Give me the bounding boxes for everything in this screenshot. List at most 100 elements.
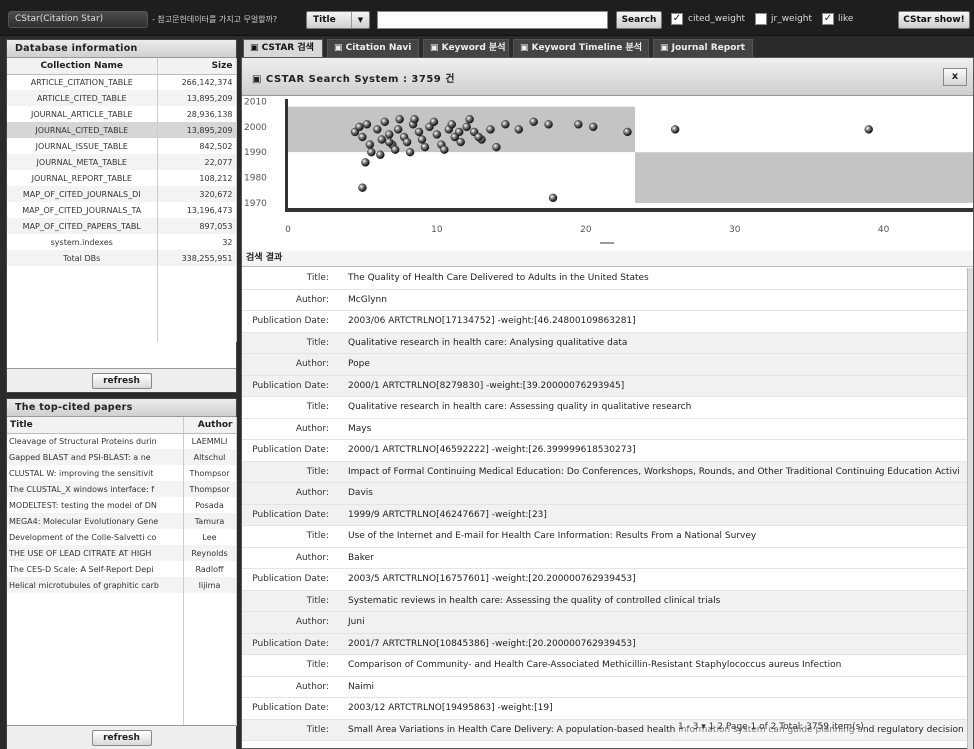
empty-row	[7, 650, 237, 669]
tab-keyword-timeline[interactable]: ▣ Keyword Timeline 분석	[513, 39, 649, 57]
result-row[interactable]: Publication Date: 1999/9 ARTCTRLNO[462476…	[242, 504, 967, 526]
search-button[interactable]: Search	[616, 11, 662, 29]
table-row[interactable]: JOURNAL_REPORT_TABLE 108,212	[7, 170, 237, 186]
result-row[interactable]: Title: Qualitative research in health car…	[242, 332, 967, 354]
data-point	[623, 127, 632, 137]
result-row[interactable]: Author: Davis	[242, 483, 967, 505]
column-header-collection[interactable]: Collection Name	[7, 58, 158, 75]
table-row[interactable]: MAP_OF_CITED_JOURNALS_DI 320,672	[7, 186, 237, 202]
chevron-down-icon[interactable]: ▼	[351, 12, 369, 28]
collection-name-cell: Total DBs	[7, 250, 158, 266]
result-row[interactable]: Author: McGlynn	[242, 290, 967, 311]
result-row[interactable]: Title: Use of the Internet and E-mail for…	[242, 526, 967, 548]
search-field-select[interactable]: Title ▼	[306, 11, 370, 29]
results-list[interactable]: Title: The Quality of Health Care Deliver…	[242, 268, 967, 749]
table-row[interactable]: MODELTEST: testing the model of DN Posada	[7, 497, 237, 513]
collection-name-cell: MAP_OF_CITED_PAPERS_TABL	[7, 218, 158, 234]
x-tick-label: 20	[580, 225, 592, 235]
refresh-button[interactable]: refresh	[91, 373, 152, 389]
table-row[interactable]: Helical microtubules of graphitic carb Ii…	[7, 577, 237, 593]
result-row[interactable]: Author: Naimi	[242, 677, 967, 698]
result-field-label: Title:	[306, 337, 329, 348]
table-row[interactable]: ARTICLE_CITATION_TABLE 266,142,374	[7, 74, 237, 90]
cstar-show-button[interactable]: CStar show!	[898, 11, 970, 29]
empty-cell	[7, 285, 158, 304]
result-row[interactable]: Publication Date: 2003/12 ARTCTRLNO[19495…	[242, 698, 967, 720]
result-field-label: Publication Date:	[252, 445, 329, 455]
refresh-bar: refresh	[7, 368, 236, 392]
result-field-value: McGlynn	[348, 294, 387, 305]
tab-keyword-analysis[interactable]: ▣ Keyword 분석	[423, 39, 509, 57]
collection-size-cell: 897,053	[157, 218, 237, 234]
table-row[interactable]: Cleavage of Structural Proteins durin LAE…	[7, 433, 237, 449]
result-row[interactable]: Author: Pope	[242, 354, 967, 376]
search-system-panel: ▣ CSTAR Search System : 3759 건 x 2010 200…	[241, 57, 974, 749]
table-row[interactable]: JOURNAL_ARTICLE_TABLE 28,936,138	[7, 106, 237, 122]
table-row[interactable]: JOURNAL_ISSUE_TABLE 842,502	[7, 138, 237, 154]
pagination[interactable]: 1 - 3 ▾ 1 2 Page 1 of 2 Total: 3759 item…	[678, 722, 864, 738]
table-row[interactable]: CLUSTAL W: improving the sensitivit Thomp…	[7, 465, 237, 481]
refresh-button[interactable]: refresh	[91, 730, 152, 746]
x-axis-line	[285, 208, 973, 212]
table-row[interactable]: Development of the Colle-Salvetti co Lee	[7, 529, 237, 545]
column-header-author[interactable]: Author	[183, 417, 237, 434]
result-row[interactable]: Publication Date: 2003/5 ARTCTRLNO[167576…	[242, 569, 967, 591]
data-point	[410, 115, 419, 124]
column-header-size[interactable]: Size	[157, 58, 237, 75]
scatter-plot[interactable]: 2010 2000 1990 1980 1970 0 10 20 30 40	[242, 96, 973, 246]
result-row[interactable]: Title: Systematic reviews in health care:…	[242, 590, 967, 612]
table-row[interactable]: MEGA4: Molecular Evolutionary Gene Tamura	[7, 513, 237, 529]
timeline-chart[interactable]: 2010 2000 1990 1980 1970 0 10 20 30 40	[242, 96, 973, 246]
search-input[interactable]	[377, 11, 608, 29]
top-toolbar: CStar(Citation Star) - 참고문헌데이터를 가지고 무얼할까…	[0, 0, 974, 36]
table-row[interactable]: MAP_OF_CITED_JOURNALS_TA 13,196,473	[7, 202, 237, 218]
cited-weight-checkbox[interactable]: ✓	[671, 13, 683, 25]
table-row[interactable]: THE USE OF LEAD CITRATE AT HIGH Reynolds	[7, 545, 237, 561]
collection-size-cell: 266,142,374	[157, 74, 237, 90]
y-tick-label: 1980	[244, 174, 267, 184]
result-row[interactable]: Author: Baker	[242, 548, 967, 569]
table-row[interactable]: Gapped BLAST and PSI-BLAST: a ne Altschul	[7, 449, 237, 465]
table-row[interactable]: The CLUSTAL_X windows interface: f Thomps…	[7, 481, 237, 497]
results-scrollbar[interactable]	[967, 268, 973, 749]
table-row[interactable]: system.indexes 32	[7, 234, 237, 250]
result-row[interactable]: Author: Juni	[242, 612, 967, 634]
table-row[interactable]: JOURNAL_META_TABLE 22,077	[7, 154, 237, 170]
empty-cell	[157, 304, 237, 323]
empty-cell	[7, 650, 184, 669]
result-row[interactable]: Publication Date: 2000/1 ARTCTRLNO[465922…	[242, 440, 967, 462]
result-field-value: Qualitative research in health care: Ass…	[348, 402, 692, 412]
result-row[interactable]: Title: Qualitative research in health car…	[242, 397, 967, 419]
like-checkbox[interactable]: ✓	[822, 13, 834, 25]
result-row[interactable]: Publication Date: 2001/7 ARTCTRLNO[108453…	[242, 633, 967, 655]
result-row[interactable]: Publication Date: 2000/1 ARTCTRLNO[827983…	[242, 375, 967, 397]
data-point	[417, 135, 427, 144]
tab-journal-report[interactable]: ▣ Journal Report	[653, 39, 753, 57]
data-point	[514, 125, 524, 134]
result-row[interactable]: Author: Mays	[242, 419, 967, 440]
jr-weight-checkbox[interactable]	[755, 13, 767, 25]
result-row[interactable]: Title: Impact of Formal Continuing Medica…	[242, 461, 967, 483]
column-header-title[interactable]: Title	[7, 417, 184, 434]
result-row[interactable]: Title: Comparison of Community- and Healt…	[242, 655, 967, 677]
x-tick-label: 10	[431, 225, 443, 235]
empty-cell	[7, 612, 184, 631]
result-row[interactable]: Title: The Quality of Health Care Deliver…	[242, 268, 967, 290]
table-row[interactable]: ARTICLE_CITED_TABLE 13,895,209	[7, 90, 237, 106]
table-row[interactable]: The CES-D Scale: A Self-Report Depi Radlo…	[7, 561, 237, 577]
result-row[interactable]: Publication Date: 2003/06 ARTCTRLNO[17134…	[242, 311, 967, 333]
table-row[interactable]: MAP_OF_CITED_PAPERS_TABL 897,053	[7, 218, 237, 234]
tab-citation-navi[interactable]: ▣ Citation Navi	[327, 39, 419, 57]
close-button[interactable]: x	[943, 68, 967, 86]
table-row[interactable]: Total DBs 338,255,951	[7, 250, 237, 266]
splitter-handle	[600, 242, 614, 244]
data-point	[376, 150, 385, 159]
data-point	[864, 125, 873, 134]
y-tick-label: 2010	[244, 98, 267, 108]
table-row[interactable]: JOURNAL_CITED_TABLE 13,895,209	[7, 122, 237, 138]
result-field-label: Title:	[306, 402, 329, 412]
tab-cstar-search[interactable]: ▣ CSTAR 검색	[243, 39, 323, 57]
data-point	[486, 125, 495, 134]
paper-title-cell: MODELTEST: testing the model of DN	[7, 497, 184, 513]
y-tick-label: 1970	[244, 199, 267, 209]
